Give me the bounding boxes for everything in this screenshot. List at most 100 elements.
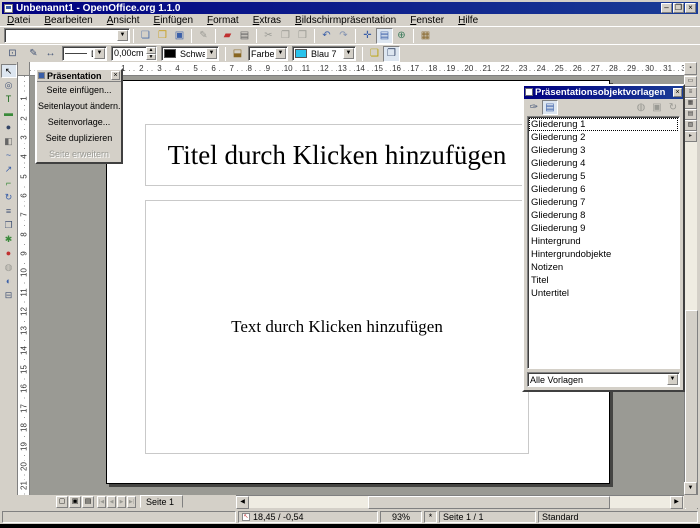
print-button[interactable]: ▤ bbox=[236, 28, 253, 44]
url-dropdown-arrow[interactable]: ▼ bbox=[117, 30, 128, 41]
last-page-button[interactable]: ▶| bbox=[127, 496, 136, 508]
alignment-tool[interactable]: ≡ bbox=[1, 204, 17, 218]
style-gliederung-3[interactable]: Gliederung 3 bbox=[529, 144, 678, 157]
presentation-styles-button[interactable]: ▤ bbox=[542, 100, 558, 115]
outline-view-button[interactable]: ≡ bbox=[684, 87, 697, 98]
slides-view-button[interactable]: ▦ bbox=[684, 98, 697, 109]
style-gliederung-9[interactable]: Gliederung 9 bbox=[529, 222, 678, 235]
palette-close-icon[interactable]: × bbox=[111, 71, 120, 80]
line-width-spinner[interactable]: 0,00cm ▲ ▼ bbox=[111, 46, 157, 61]
fill-type-combobox[interactable]: Farbe ▼ bbox=[248, 46, 288, 61]
style-titel[interactable]: Titel bbox=[529, 274, 678, 287]
arrow-ends-button[interactable]: ↔ bbox=[42, 46, 59, 62]
style-gliederung-6[interactable]: Gliederung 6 bbox=[529, 183, 678, 196]
animation-tool[interactable]: ◍ bbox=[1, 260, 17, 274]
new-document-button[interactable]: ❏ bbox=[137, 28, 154, 44]
close-button[interactable]: × bbox=[685, 3, 696, 13]
effects-tool[interactable]: ✱ bbox=[1, 232, 17, 246]
line-color-dropdown-arrow[interactable]: ▼ bbox=[206, 48, 217, 59]
ruler-corner-button[interactable]: ▪ bbox=[684, 62, 697, 75]
next-page-button[interactable]: ▶ bbox=[117, 496, 126, 508]
3d-objects-tool[interactable]: ◧ bbox=[1, 134, 17, 148]
scroll-down-icon[interactable]: ▼ bbox=[684, 482, 697, 495]
fill-format-mode-button[interactable]: ◍ bbox=[633, 100, 649, 115]
url-combobox[interactable]: ▼ bbox=[4, 28, 130, 43]
scroll-right-icon[interactable]: ▶ bbox=[670, 496, 683, 509]
navigator-button[interactable]: ✛ bbox=[359, 28, 376, 44]
line-width-down-button[interactable]: ▼ bbox=[146, 54, 156, 61]
paste-button[interactable]: ❒ bbox=[294, 28, 311, 44]
graphic-styles-button[interactable]: ✑ bbox=[526, 100, 542, 115]
horizontal-scrollbar[interactable]: ◀ ▶ bbox=[236, 495, 684, 508]
body-placeholder[interactable]: Text durch Klicken hinzufügen bbox=[145, 200, 529, 454]
start-presentation-tool[interactable]: ⊟ bbox=[1, 288, 17, 302]
line-style-dropdown-arrow[interactable]: ▼ bbox=[94, 48, 105, 59]
select-tool[interactable]: ↖ bbox=[1, 64, 17, 78]
gallery-button[interactable]: ▦ bbox=[417, 28, 434, 44]
arrange-tool[interactable]: ❐ bbox=[1, 218, 17, 232]
vertical-scrollbar-track[interactable] bbox=[684, 142, 697, 482]
new-style-button[interactable]: ▣ bbox=[649, 100, 665, 115]
drawing-view-button[interactable]: ▭ bbox=[684, 76, 697, 87]
style-filter-dropdown-arrow[interactable]: ▼ bbox=[667, 374, 678, 385]
title-placeholder[interactable]: Titel durch Klicken hinzufügen bbox=[145, 124, 529, 186]
palette-seite-duplizieren[interactable]: Seite duplizieren bbox=[37, 130, 121, 146]
palette-seite-erweitern[interactable]: Seite erweitern bbox=[37, 146, 121, 162]
line-dialog-button[interactable]: ✎ bbox=[25, 46, 42, 62]
rotate-tool[interactable]: ↻ bbox=[1, 190, 17, 204]
scroll-left-icon[interactable]: ◀ bbox=[236, 496, 249, 509]
palette-seite-einfuegen[interactable]: Seite einfügen... bbox=[37, 82, 121, 98]
preview-button[interactable]: ❐ bbox=[383, 46, 400, 62]
horizontal-scrollbar-thumb[interactable] bbox=[368, 496, 610, 509]
fill-dialog-button[interactable]: ⬓ bbox=[229, 46, 246, 62]
interaction-tool[interactable]: ● bbox=[1, 246, 17, 260]
copy-button[interactable]: ❐ bbox=[277, 28, 294, 44]
restore-button[interactable]: ❐ bbox=[673, 3, 684, 13]
hyperlink-dialog-button[interactable]: ⊕ bbox=[393, 28, 410, 44]
first-page-button[interactable]: |◀ bbox=[97, 496, 106, 508]
curve-tool[interactable]: ~ bbox=[1, 148, 17, 162]
layer-mode-button[interactable]: ▤ bbox=[82, 496, 94, 508]
edit-file-button[interactable]: ✎ bbox=[195, 28, 212, 44]
shadow-button[interactable]: ❏ bbox=[366, 46, 383, 62]
style-untertitel[interactable]: Untertitel bbox=[529, 287, 678, 300]
stylist-titlebar[interactable]: Präsentationsobjektvorlagen × bbox=[524, 86, 683, 99]
fill-color-dropdown-arrow[interactable]: ▼ bbox=[343, 48, 354, 59]
style-filter-combobox[interactable]: Alle Vorlagen ▼ bbox=[527, 372, 680, 387]
update-style-button[interactable]: ↻ bbox=[665, 100, 681, 115]
fill-type-dropdown-arrow[interactable]: ▼ bbox=[275, 48, 286, 59]
fill-color-combobox[interactable]: Blau 7 ▼ bbox=[292, 46, 356, 61]
save-button[interactable]: ▣ bbox=[171, 28, 188, 44]
minimize-button[interactable]: – bbox=[661, 3, 672, 13]
text-tool[interactable]: T bbox=[1, 92, 17, 106]
notes-view-button[interactable]: ▤ bbox=[684, 109, 697, 120]
open-button[interactable]: ❒ bbox=[154, 28, 171, 44]
line-style-combobox[interactable]: D ▼ bbox=[62, 46, 107, 61]
style-gliederung-5[interactable]: Gliederung 5 bbox=[529, 170, 678, 183]
start-show-button[interactable]: ▸ bbox=[684, 131, 697, 142]
stylist-close-icon[interactable]: × bbox=[673, 88, 682, 97]
style-gliederung-4[interactable]: Gliederung 4 bbox=[529, 157, 678, 170]
line-color-combobox[interactable]: Schwarz ▼ bbox=[161, 46, 219, 61]
master-mode-button[interactable]: ▣ bbox=[69, 496, 81, 508]
style-gliederung-7[interactable]: Gliederung 7 bbox=[529, 196, 678, 209]
page-mode-button[interactable]: ▢ bbox=[56, 496, 68, 508]
style-gliederung-1[interactable]: Gliederung 1 bbox=[529, 118, 678, 131]
style-gliederung-2[interactable]: Gliederung 2 bbox=[529, 131, 678, 144]
undo-button[interactable]: ↶ bbox=[318, 28, 335, 44]
stylist-button[interactable]: ▤ bbox=[376, 28, 393, 44]
presentation-palette-titlebar[interactable]: Präsentation × bbox=[37, 70, 121, 82]
page-tab[interactable]: Seite 1 bbox=[140, 495, 183, 508]
style-hintergrundobjekte[interactable]: Hintergrundobjekte bbox=[529, 248, 678, 261]
palette-seitenvorlage[interactable]: Seitenvorlage... bbox=[37, 114, 121, 130]
rectangle-tool[interactable]: ▬ bbox=[1, 106, 17, 120]
edit-points-button[interactable]: ⊡ bbox=[4, 46, 21, 62]
prev-page-button[interactable]: ◀ bbox=[107, 496, 116, 508]
cut-button[interactable]: ✂ bbox=[260, 28, 277, 44]
3d-effects-tool[interactable]: ◐ bbox=[1, 274, 17, 288]
style-hintergrund[interactable]: Hintergrund bbox=[529, 235, 678, 248]
style-gliederung-8[interactable]: Gliederung 8 bbox=[529, 209, 678, 222]
style-notizen[interactable]: Notizen bbox=[529, 261, 678, 274]
zoom-tool[interactable]: ◎ bbox=[1, 78, 17, 92]
redo-button[interactable]: ↷ bbox=[335, 28, 352, 44]
